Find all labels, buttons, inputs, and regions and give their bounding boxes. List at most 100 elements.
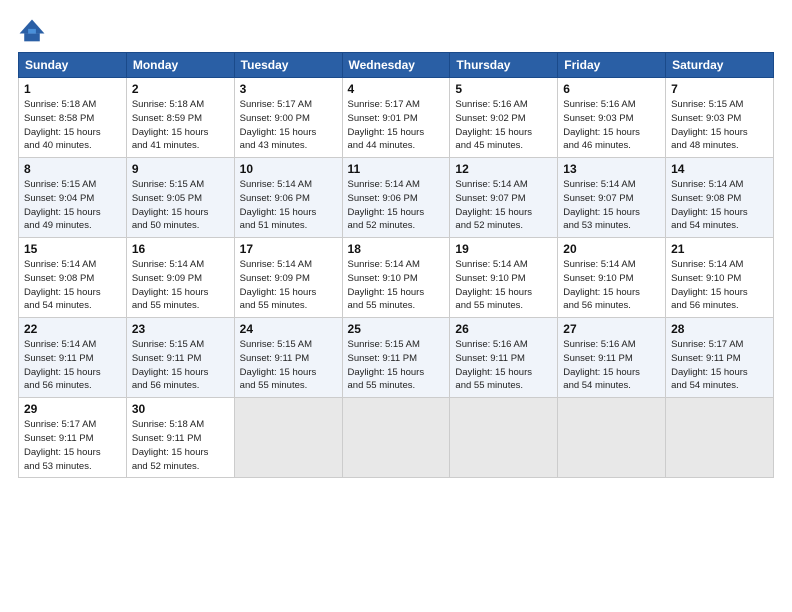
day-info: Sunrise: 5:15 AM Sunset: 9:11 PM Dayligh… — [132, 338, 229, 393]
calendar-cell: 11 Sunrise: 5:14 AM Sunset: 9:06 PM Dayl… — [342, 158, 450, 238]
day-number: 26 — [455, 322, 552, 336]
day-number: 20 — [563, 242, 660, 256]
col-wednesday: Wednesday — [342, 53, 450, 78]
day-number: 4 — [348, 82, 445, 96]
col-saturday: Saturday — [666, 53, 774, 78]
day-number: 7 — [671, 82, 768, 96]
day-info: Sunrise: 5:16 AM Sunset: 9:11 PM Dayligh… — [455, 338, 552, 393]
day-info: Sunrise: 5:14 AM Sunset: 9:10 PM Dayligh… — [455, 258, 552, 313]
calendar-cell: 30 Sunrise: 5:18 AM Sunset: 9:11 PM Dayl… — [126, 398, 234, 478]
day-info: Sunrise: 5:15 AM Sunset: 9:04 PM Dayligh… — [24, 178, 121, 233]
calendar-cell: 19 Sunrise: 5:14 AM Sunset: 9:10 PM Dayl… — [450, 238, 558, 318]
calendar-cell: 5 Sunrise: 5:16 AM Sunset: 9:02 PM Dayli… — [450, 78, 558, 158]
day-info: Sunrise: 5:17 AM Sunset: 9:11 PM Dayligh… — [24, 418, 121, 473]
calendar-cell: 26 Sunrise: 5:16 AM Sunset: 9:11 PM Dayl… — [450, 318, 558, 398]
calendar-row: 1 Sunrise: 5:18 AM Sunset: 8:58 PM Dayli… — [19, 78, 774, 158]
day-info: Sunrise: 5:14 AM Sunset: 9:08 PM Dayligh… — [671, 178, 768, 233]
day-number: 28 — [671, 322, 768, 336]
day-info: Sunrise: 5:16 AM Sunset: 9:03 PM Dayligh… — [563, 98, 660, 153]
calendar-row: 8 Sunrise: 5:15 AM Sunset: 9:04 PM Dayli… — [19, 158, 774, 238]
calendar-cell: 13 Sunrise: 5:14 AM Sunset: 9:07 PM Dayl… — [558, 158, 666, 238]
day-info: Sunrise: 5:14 AM Sunset: 9:09 PM Dayligh… — [132, 258, 229, 313]
calendar-cell: 15 Sunrise: 5:14 AM Sunset: 9:08 PM Dayl… — [19, 238, 127, 318]
header — [18, 18, 774, 46]
day-info: Sunrise: 5:14 AM Sunset: 9:10 PM Dayligh… — [563, 258, 660, 313]
day-number: 1 — [24, 82, 121, 96]
day-number: 15 — [24, 242, 121, 256]
calendar-row: 29 Sunrise: 5:17 AM Sunset: 9:11 PM Dayl… — [19, 398, 774, 478]
day-number: 8 — [24, 162, 121, 176]
day-info: Sunrise: 5:14 AM Sunset: 9:08 PM Dayligh… — [24, 258, 121, 313]
day-number: 27 — [563, 322, 660, 336]
day-info: Sunrise: 5:15 AM Sunset: 9:03 PM Dayligh… — [671, 98, 768, 153]
calendar-cell: 9 Sunrise: 5:15 AM Sunset: 9:05 PM Dayli… — [126, 158, 234, 238]
col-thursday: Thursday — [450, 53, 558, 78]
day-number: 18 — [348, 242, 445, 256]
calendar-cell: 17 Sunrise: 5:14 AM Sunset: 9:09 PM Dayl… — [234, 238, 342, 318]
day-info: Sunrise: 5:18 AM Sunset: 9:11 PM Dayligh… — [132, 418, 229, 473]
col-monday: Monday — [126, 53, 234, 78]
calendar-cell: 7 Sunrise: 5:15 AM Sunset: 9:03 PM Dayli… — [666, 78, 774, 158]
day-info: Sunrise: 5:14 AM Sunset: 9:09 PM Dayligh… — [240, 258, 337, 313]
col-friday: Friday — [558, 53, 666, 78]
logo-icon — [18, 18, 46, 46]
day-info: Sunrise: 5:14 AM Sunset: 9:06 PM Dayligh… — [348, 178, 445, 233]
calendar-header-row: Sunday Monday Tuesday Wednesday Thursday… — [19, 53, 774, 78]
day-number: 3 — [240, 82, 337, 96]
day-info: Sunrise: 5:17 AM Sunset: 9:11 PM Dayligh… — [671, 338, 768, 393]
day-number: 14 — [671, 162, 768, 176]
day-info: Sunrise: 5:16 AM Sunset: 9:11 PM Dayligh… — [563, 338, 660, 393]
day-info: Sunrise: 5:14 AM Sunset: 9:10 PM Dayligh… — [671, 258, 768, 313]
calendar-cell: 2 Sunrise: 5:18 AM Sunset: 8:59 PM Dayli… — [126, 78, 234, 158]
calendar-cell — [558, 398, 666, 478]
col-tuesday: Tuesday — [234, 53, 342, 78]
day-info: Sunrise: 5:17 AM Sunset: 9:01 PM Dayligh… — [348, 98, 445, 153]
calendar-cell — [234, 398, 342, 478]
calendar-cell: 6 Sunrise: 5:16 AM Sunset: 9:03 PM Dayli… — [558, 78, 666, 158]
calendar-cell: 4 Sunrise: 5:17 AM Sunset: 9:01 PM Dayli… — [342, 78, 450, 158]
day-info: Sunrise: 5:14 AM Sunset: 9:10 PM Dayligh… — [348, 258, 445, 313]
day-number: 25 — [348, 322, 445, 336]
calendar-cell — [450, 398, 558, 478]
day-info: Sunrise: 5:18 AM Sunset: 8:58 PM Dayligh… — [24, 98, 121, 153]
logo — [18, 18, 50, 46]
day-info: Sunrise: 5:14 AM Sunset: 9:11 PM Dayligh… — [24, 338, 121, 393]
calendar-cell: 21 Sunrise: 5:14 AM Sunset: 9:10 PM Dayl… — [666, 238, 774, 318]
day-number: 17 — [240, 242, 337, 256]
calendar-cell: 1 Sunrise: 5:18 AM Sunset: 8:58 PM Dayli… — [19, 78, 127, 158]
day-info: Sunrise: 5:16 AM Sunset: 9:02 PM Dayligh… — [455, 98, 552, 153]
day-number: 9 — [132, 162, 229, 176]
calendar-cell: 27 Sunrise: 5:16 AM Sunset: 9:11 PM Dayl… — [558, 318, 666, 398]
day-number: 13 — [563, 162, 660, 176]
calendar-cell: 18 Sunrise: 5:14 AM Sunset: 9:10 PM Dayl… — [342, 238, 450, 318]
day-number: 29 — [24, 402, 121, 416]
day-info: Sunrise: 5:17 AM Sunset: 9:00 PM Dayligh… — [240, 98, 337, 153]
day-number: 12 — [455, 162, 552, 176]
calendar-cell: 22 Sunrise: 5:14 AM Sunset: 9:11 PM Dayl… — [19, 318, 127, 398]
page: Sunday Monday Tuesday Wednesday Thursday… — [0, 0, 792, 612]
calendar-row: 22 Sunrise: 5:14 AM Sunset: 9:11 PM Dayl… — [19, 318, 774, 398]
calendar-cell: 14 Sunrise: 5:14 AM Sunset: 9:08 PM Dayl… — [666, 158, 774, 238]
day-info: Sunrise: 5:15 AM Sunset: 9:11 PM Dayligh… — [240, 338, 337, 393]
calendar-cell — [342, 398, 450, 478]
day-info: Sunrise: 5:15 AM Sunset: 9:05 PM Dayligh… — [132, 178, 229, 233]
day-info: Sunrise: 5:14 AM Sunset: 9:07 PM Dayligh… — [563, 178, 660, 233]
day-number: 21 — [671, 242, 768, 256]
day-number: 19 — [455, 242, 552, 256]
calendar-row: 15 Sunrise: 5:14 AM Sunset: 9:08 PM Dayl… — [19, 238, 774, 318]
calendar-cell: 10 Sunrise: 5:14 AM Sunset: 9:06 PM Dayl… — [234, 158, 342, 238]
day-number: 2 — [132, 82, 229, 96]
calendar-cell: 25 Sunrise: 5:15 AM Sunset: 9:11 PM Dayl… — [342, 318, 450, 398]
day-number: 11 — [348, 162, 445, 176]
day-number: 10 — [240, 162, 337, 176]
calendar-cell: 12 Sunrise: 5:14 AM Sunset: 9:07 PM Dayl… — [450, 158, 558, 238]
day-number: 30 — [132, 402, 229, 416]
day-number: 5 — [455, 82, 552, 96]
calendar-cell: 28 Sunrise: 5:17 AM Sunset: 9:11 PM Dayl… — [666, 318, 774, 398]
day-number: 22 — [24, 322, 121, 336]
calendar-cell: 24 Sunrise: 5:15 AM Sunset: 9:11 PM Dayl… — [234, 318, 342, 398]
day-info: Sunrise: 5:18 AM Sunset: 8:59 PM Dayligh… — [132, 98, 229, 153]
day-number: 16 — [132, 242, 229, 256]
day-info: Sunrise: 5:15 AM Sunset: 9:11 PM Dayligh… — [348, 338, 445, 393]
calendar-cell: 20 Sunrise: 5:14 AM Sunset: 9:10 PM Dayl… — [558, 238, 666, 318]
